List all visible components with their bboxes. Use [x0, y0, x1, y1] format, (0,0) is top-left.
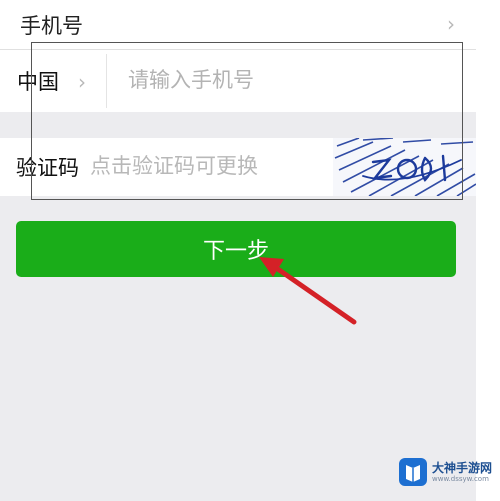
captcha-label: 验证码 [16, 156, 79, 180]
phone-section-row[interactable]: 手机号 › [0, 0, 476, 50]
chevron-right-icon: › [447, 12, 455, 36]
country-code-label[interactable]: 中国 [17, 66, 59, 96]
next-step-button[interactable]: 下一步 [16, 221, 456, 277]
brand-logo-icon [399, 458, 427, 486]
page-right-strip [476, 0, 500, 501]
country-divider [106, 54, 107, 108]
phone-input-row: 中国 › [0, 50, 476, 112]
watermark-url: www.dssyw.com [432, 474, 489, 483]
watermark-title: 大神手游网 [432, 460, 493, 475]
captcha-input[interactable] [90, 146, 328, 186]
captcha-graphic [334, 137, 477, 197]
chevron-right-icon[interactable]: › [78, 70, 86, 94]
captcha-row: 验证码 [0, 137, 477, 197]
captcha-image[interactable] [333, 137, 477, 197]
phone-number-input[interactable] [128, 60, 458, 100]
phone-section-label: 手机号 [20, 14, 83, 38]
site-watermark: 大神手游网 www.dssyw.com [398, 452, 500, 492]
